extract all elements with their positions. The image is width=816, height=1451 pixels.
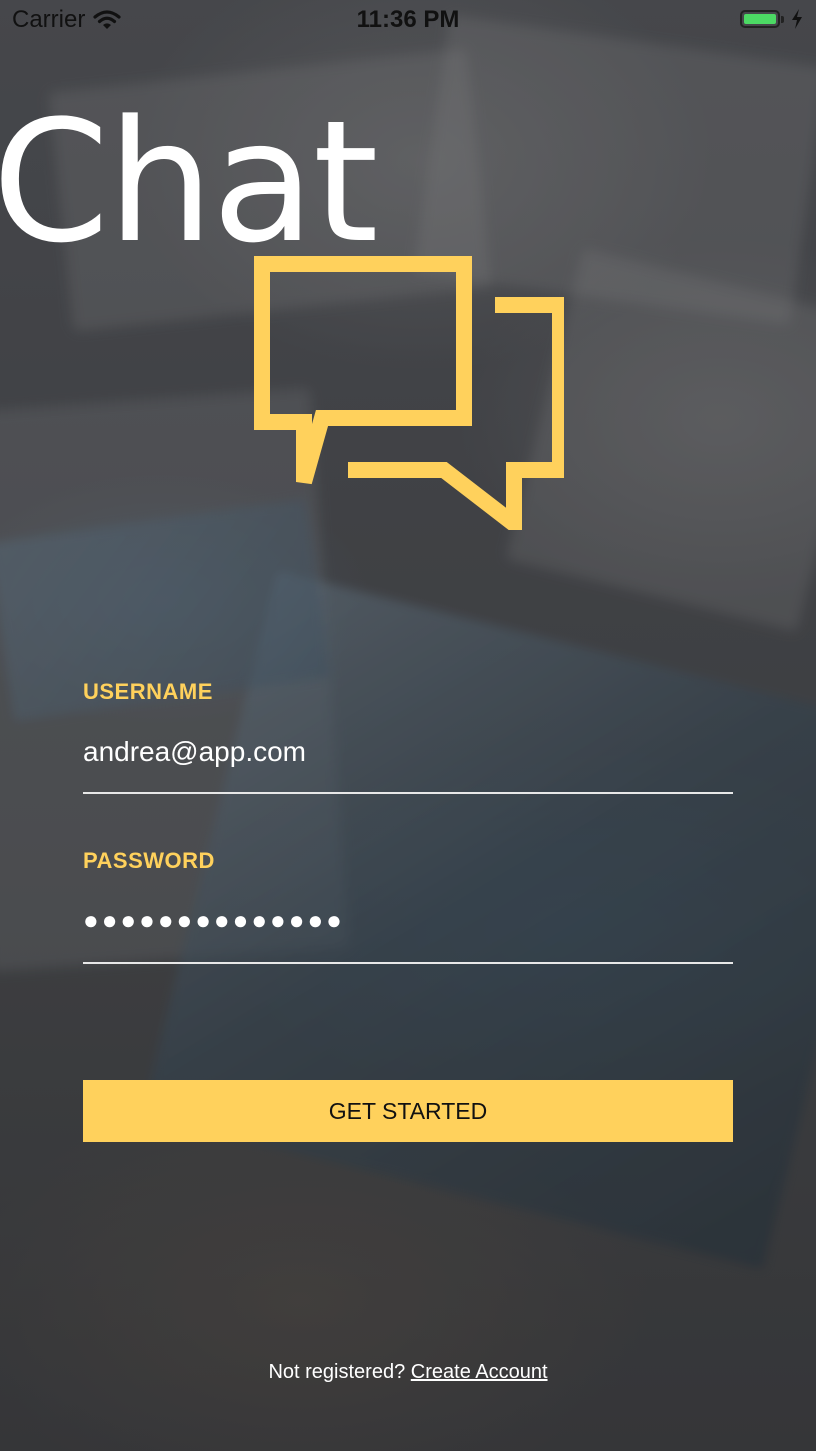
- password-field[interactable]: ●●●●●●●●●●●●●●: [83, 905, 733, 936]
- username-field[interactable]: andrea@app.com: [83, 736, 733, 768]
- app-title: Chat: [0, 84, 379, 280]
- not-registered-text: Not registered?: [268, 1361, 406, 1383]
- username-underline: [83, 792, 733, 794]
- battery-indicator: [740, 9, 804, 29]
- get-started-button[interactable]: GET STARTED: [83, 1080, 733, 1142]
- username-label: USERNAME: [83, 679, 213, 704]
- chat-bubbles-icon: [254, 256, 564, 530]
- create-account-link[interactable]: Create Account: [411, 1361, 548, 1383]
- status-time: 11:36 PM: [356, 6, 460, 33]
- password-label: PASSWORD: [83, 848, 215, 873]
- get-started-label: GET STARTED: [328, 1097, 488, 1124]
- status-bar: Carrier 11:36 PM: [0, 0, 816, 40]
- password-underline: [83, 962, 733, 964]
- battery-icon: [740, 10, 784, 28]
- charging-bolt-icon: [792, 9, 802, 29]
- registration-prompt: Not registered? Create Account: [0, 1361, 816, 1384]
- login-screen: Carrier 11:36 PM Chat USERNAME andrea@ap…: [0, 0, 816, 1451]
